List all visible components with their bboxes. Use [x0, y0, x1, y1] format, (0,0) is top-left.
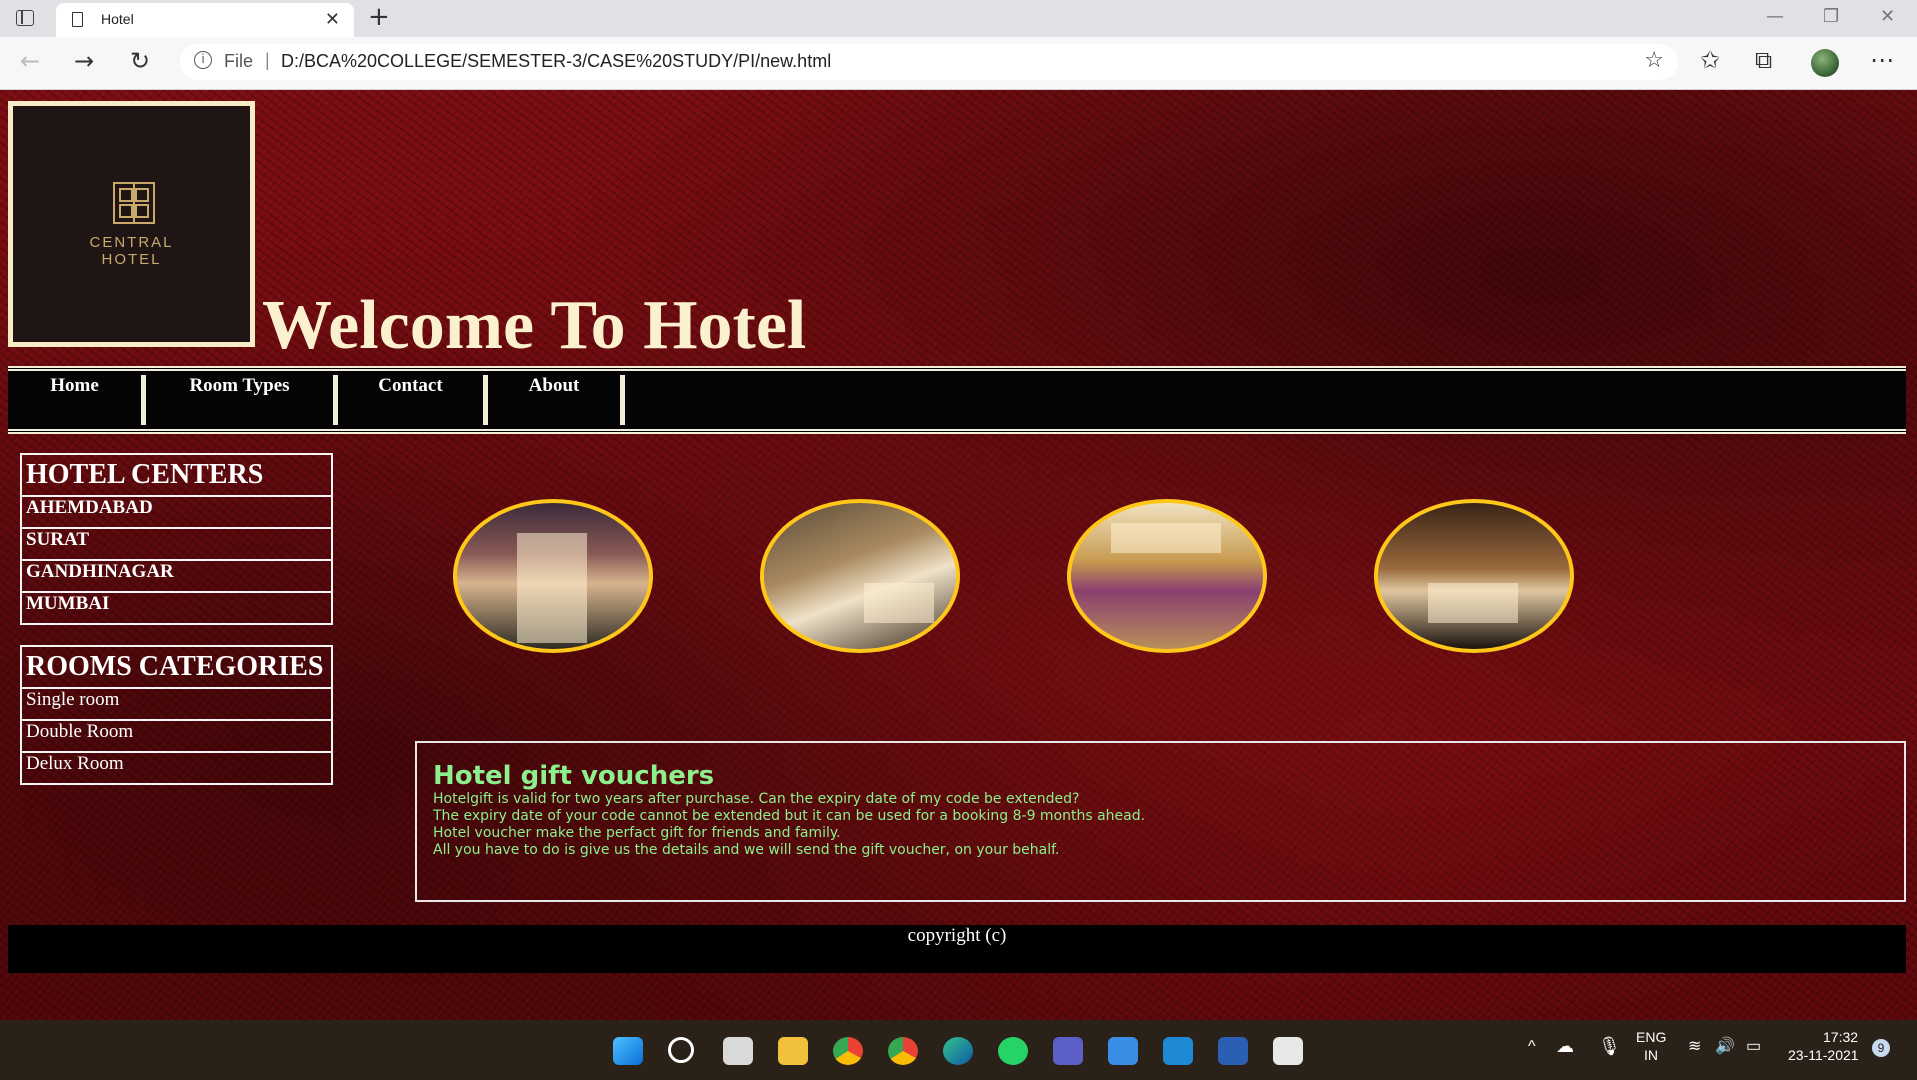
battery-icon[interactable]: ▭ — [1746, 1036, 1761, 1056]
page-footer: copyright (c) — [8, 925, 1906, 973]
gift-line: All you have to do is give us the detail… — [433, 842, 1060, 858]
word-icon[interactable] — [1218, 1037, 1248, 1065]
browser-toolbar: ← → ↻ i File | D:/BCA%20COLLEGE/SEMESTER… — [0, 37, 1917, 90]
profile-avatar[interactable] — [1811, 49, 1839, 77]
nav-about[interactable]: About — [488, 375, 625, 425]
search-icon[interactable] — [668, 1037, 694, 1063]
page-icon — [72, 12, 83, 27]
snipping-tool-icon[interactable] — [1273, 1037, 1303, 1065]
room-category-item[interactable]: Single room — [22, 689, 331, 721]
room-categories-title: ROOMS CATEGORIES — [22, 647, 331, 689]
back-icon[interactable]: ← — [20, 47, 40, 75]
page-viewport: CENTRAL HOTEL Welcome To Hotel Home Room… — [0, 90, 1917, 1020]
gift-line: Hotel voucher make the perfact gift for … — [433, 825, 841, 841]
hotel-logo: CENTRAL HOTEL — [8, 101, 255, 347]
address-scheme: File — [224, 51, 254, 71]
center-item[interactable]: AHEMDABAD — [22, 497, 331, 529]
gift-line: The expiry date of your code cannot be e… — [433, 808, 1146, 824]
add-favorite-icon[interactable]: ☆ — [1644, 48, 1664, 73]
refresh-icon[interactable]: ↻ — [130, 47, 150, 75]
minimize-icon[interactable]: — — [1766, 6, 1784, 27]
hotel-centers-box: HOTEL CENTERS AHEMDABAD SURAT GANDHINAGA… — [20, 453, 333, 625]
wifi-icon[interactable]: ≋ — [1688, 1036, 1701, 1056]
task-view-icon[interactable] — [723, 1037, 753, 1065]
address-url[interactable]: D:/BCA%20COLLEGE/SEMESTER-3/CASE%20STUDY… — [281, 51, 831, 72]
nav-contact[interactable]: Contact — [338, 375, 488, 425]
more-menu-icon[interactable]: ⋯ — [1870, 46, 1894, 74]
center-item[interactable]: SURAT — [22, 529, 331, 561]
nav-home[interactable]: Home — [8, 375, 146, 425]
mail-icon[interactable] — [1108, 1037, 1138, 1065]
volume-icon[interactable]: 🔊 — [1715, 1036, 1735, 1056]
logo-mark-icon — [113, 182, 155, 224]
logo-line-2: HOTEL — [101, 251, 162, 268]
logo-line-1: CENTRAL — [89, 234, 174, 251]
clock-time[interactable]: 17:32 — [1823, 1029, 1858, 1045]
room-category-item[interactable]: Delux Room — [22, 753, 331, 783]
address-bar[interactable]: i File | D:/BCA%20COLLEGE/SEMESTER-3/CAS… — [180, 44, 1678, 80]
room-category-item[interactable]: Double Room — [22, 721, 331, 753]
taskbar: ^ ☁ 🎙 ENG IN ≋ 🔊 ▭ 17:32 23-11-2021 9 — [0, 1020, 1917, 1080]
hotel-exterior-image — [453, 499, 653, 653]
favorites-icon[interactable]: ✩ — [1700, 46, 1720, 74]
room-categories-box: ROOMS CATEGORIES Single room Double Room… — [20, 645, 333, 785]
page-title: Welcome To Hotel — [262, 287, 807, 364]
main-nav: Home Room Types Contact About — [8, 366, 1906, 434]
info-icon[interactable]: i — [194, 51, 212, 69]
teams-icon[interactable] — [1053, 1037, 1083, 1065]
new-tab-button[interactable]: + — [368, 2, 390, 32]
tab-strip: Hotel ✕ + — ❐ ✕ — [0, 0, 1917, 37]
microphone-icon[interactable]: 🎙 — [1598, 1036, 1621, 1057]
collections-icon[interactable]: ⧉ — [1755, 46, 1772, 74]
notification-badge[interactable]: 9 — [1872, 1039, 1890, 1057]
restore-icon[interactable]: ❐ — [1823, 6, 1839, 27]
nav-room-types[interactable]: Room Types — [146, 375, 338, 425]
gift-line: Hotelgift is valid for two years after p… — [433, 791, 1080, 807]
close-window-icon[interactable]: ✕ — [1880, 6, 1895, 27]
vscode-icon[interactable] — [1163, 1037, 1193, 1065]
hotel-centers-title: HOTEL CENTERS — [22, 455, 331, 497]
language-top[interactable]: ENG — [1636, 1029, 1666, 1045]
clock-date[interactable]: 23-11-2021 — [1788, 1047, 1859, 1063]
tab-title: Hotel — [101, 11, 134, 27]
file-explorer-icon[interactable] — [778, 1037, 808, 1065]
gift-vouchers-panel: Hotel gift vouchers Hotelgift is valid f… — [415, 741, 1906, 902]
edge-icon[interactable] — [943, 1037, 973, 1065]
language-bottom[interactable]: IN — [1644, 1047, 1658, 1063]
hotel-lobby-image — [1067, 499, 1267, 653]
chrome-profile-icon[interactable] — [888, 1037, 918, 1065]
hotel-suite-image — [1374, 499, 1574, 653]
hotel-room-image — [760, 499, 960, 653]
center-item[interactable]: GANDHINAGAR — [22, 561, 331, 593]
whatsapp-icon[interactable] — [998, 1037, 1028, 1065]
browser-tab[interactable]: Hotel ✕ — [56, 3, 354, 37]
close-tab-icon[interactable]: ✕ — [325, 9, 340, 30]
chrome-icon[interactable] — [833, 1037, 863, 1065]
forward-icon[interactable]: → — [74, 47, 94, 75]
gift-vouchers-title: Hotel gift vouchers — [433, 761, 715, 791]
center-item[interactable]: MUMBAI — [22, 593, 331, 623]
show-hidden-icons[interactable]: ^ — [1528, 1038, 1536, 1056]
start-icon[interactable] — [613, 1037, 643, 1065]
tab-actions-icon[interactable] — [16, 10, 34, 26]
onedrive-icon[interactable]: ☁ — [1556, 1036, 1574, 1057]
address-separator: | — [265, 50, 270, 70]
